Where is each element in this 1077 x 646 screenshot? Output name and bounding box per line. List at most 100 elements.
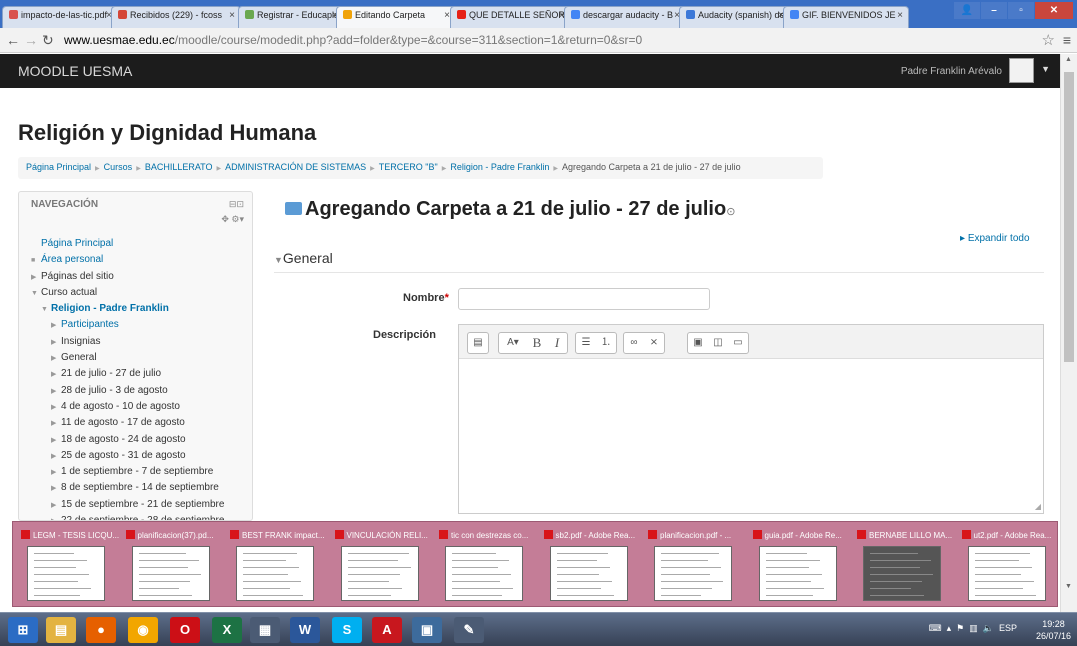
italic-icon[interactable]: I xyxy=(547,333,567,353)
browser-tab[interactable]: descargar audacity - B × xyxy=(564,6,686,28)
network-app-icon[interactable]: ▦ xyxy=(250,617,280,643)
reload-icon[interactable]: ↻ xyxy=(42,32,54,49)
unlink-icon[interactable]: ⨯ xyxy=(644,333,664,353)
breadcrumb-item[interactable]: BACHILLERATO xyxy=(145,162,213,172)
nav-item[interactable]: ▶ 8 de septiembre - 14 de septiembre xyxy=(31,480,251,496)
breadcrumb-item[interactable]: ADMINISTRACIÓN DE SISTEMAS xyxy=(225,162,366,172)
show-hidden-icons-icon[interactable]: ▴ xyxy=(947,623,952,633)
link-icon[interactable]: ∞ xyxy=(624,333,644,353)
window-thumbnail[interactable]: tic con destrezas co... xyxy=(437,522,537,608)
nav-item[interactable]: ▶ 25 de agosto - 31 de agosto xyxy=(31,448,251,464)
image-icon[interactable]: ▣ xyxy=(688,333,708,353)
browser-tab[interactable]: GIF. BIENVENIDOS JE × xyxy=(783,6,909,28)
browser-menu-icon[interactable]: ≡ xyxy=(1063,32,1071,48)
nav-item[interactable]: ▼ Curso actual xyxy=(31,285,251,301)
nav-item[interactable]: ■ Área personal xyxy=(31,252,251,268)
chevron-down-icon[interactable]: ▼ xyxy=(1041,64,1050,74)
media-icon[interactable]: ◫ xyxy=(708,333,728,353)
paint-icon[interactable]: ✎ xyxy=(454,617,484,643)
manage-files-icon[interactable]: ▭ xyxy=(728,333,748,353)
flag-icon[interactable]: ⚑ xyxy=(956,623,964,633)
window-thumbnail[interactable]: VINCULACIÓN RELI... xyxy=(333,522,433,608)
nav-item[interactable]: ▶ 4 de agosto - 10 de agosto xyxy=(31,399,251,415)
nav-item[interactable]: ▼ Religion - Padre Franklin xyxy=(31,301,251,317)
clock[interactable]: 19:28 26/07/16 xyxy=(1036,618,1071,642)
collapse-toolbar-icon[interactable]: ▤ xyxy=(468,333,488,353)
scroll-up-icon[interactable]: ▲ xyxy=(1065,56,1072,63)
resize-handle-icon[interactable]: ◢ xyxy=(1035,502,1041,511)
breadcrumb-item[interactable]: Página Principal xyxy=(26,162,91,172)
opera-icon[interactable]: O xyxy=(170,617,200,643)
window-thumbnail[interactable]: BEST FRANK impact... xyxy=(228,522,328,608)
browser-tab[interactable]: Editando Carpeta × xyxy=(336,6,456,28)
scroll-down-icon[interactable]: ▼ xyxy=(1065,583,1072,590)
dock-block-icon[interactable]: ⊟⊡ xyxy=(229,199,244,210)
window-thumbnail[interactable]: LEGM - TESIS LICQU... xyxy=(19,522,119,608)
bookmark-star-icon[interactable]: ☆ xyxy=(1042,31,1055,49)
window-thumbnail[interactable]: guia.pdf - Adobe Re... xyxy=(751,522,851,608)
window-thumbnail[interactable]: sb2.pdf - Adobe Rea... xyxy=(542,522,642,608)
nav-item[interactable]: ▶ 11 de agosto - 17 de agosto xyxy=(31,415,251,431)
expand-all-link[interactable]: ▸ Expandir todo xyxy=(960,233,1030,244)
name-input[interactable] xyxy=(458,288,710,310)
nav-item[interactable]: ▶ 18 de agosto - 24 de agosto xyxy=(31,432,251,448)
nav-item[interactable]: ▶ Participantes xyxy=(31,317,251,333)
window-thumbnail[interactable]: BERNABE LILLO MA... xyxy=(855,522,955,608)
forward-arrow-icon[interactable]: → xyxy=(24,32,38,48)
description-editor[interactable]: ▤ A▾ B I ☰ ⒈ ∞ ⨯ ▣ ◫ ▭ ◢ xyxy=(458,324,1044,514)
scrollbar-thumb[interactable] xyxy=(1064,72,1074,362)
nav-item[interactable]: ▶ 28 de julio - 3 de agosto xyxy=(31,383,251,399)
page-scrollbar[interactable]: ▲ ▼ xyxy=(1060,54,1077,612)
acrobat-icon[interactable]: A xyxy=(372,617,402,643)
breadcrumb-item[interactable]: Cursos xyxy=(104,162,133,172)
browser-tab[interactable]: Recibidos (229) - fcoss × xyxy=(111,6,241,28)
help-icon[interactable]: ⊙ xyxy=(726,206,735,218)
browser-tab[interactable]: QUE DETALLE SEÑOR × xyxy=(450,6,571,28)
window-thumbnail[interactable]: ut2.pdf - Adobe Rea... xyxy=(960,522,1060,608)
back-arrow-icon[interactable]: ← xyxy=(6,32,20,48)
close-tab-icon[interactable]: × xyxy=(897,10,903,21)
word-icon[interactable]: W xyxy=(290,617,320,643)
site-brand[interactable]: MOODLE UESMA xyxy=(18,63,132,79)
excel-icon[interactable]: X xyxy=(212,617,242,643)
bullet-list-icon[interactable]: ☰ xyxy=(576,333,596,353)
user-profile-button[interactable]: 👤 xyxy=(954,2,980,19)
move-settings-icon[interactable]: ✥ ⚙▾ xyxy=(221,214,244,225)
volume-icon[interactable]: 🔈 xyxy=(983,623,994,633)
avatar[interactable] xyxy=(1009,58,1034,83)
url-field[interactable]: www.uesmae.edu.ec/moodle/course/modedit.… xyxy=(64,33,642,47)
network-icon[interactable]: ▥ xyxy=(969,623,978,633)
nav-item[interactable]: ▶ 15 de septiembre - 21 de septiembre xyxy=(31,497,251,513)
close-tab-icon[interactable]: × xyxy=(229,10,235,21)
style-dropdown-icon[interactable]: A▾ xyxy=(499,333,527,353)
firefox-icon[interactable]: ● xyxy=(86,617,116,643)
numbered-list-icon[interactable]: ⒈ xyxy=(596,333,616,353)
screen-capture-icon[interactable]: ▣ xyxy=(412,617,442,643)
browser-tab[interactable]: Registrar - Educaplay× xyxy=(238,6,344,28)
section-general-legend[interactable]: ▼General xyxy=(274,250,333,266)
nav-item[interactable]: ▶22 de septiembre - 28 de septiembre xyxy=(31,513,251,520)
chrome-icon[interactable]: ◉ xyxy=(128,617,158,643)
bold-icon[interactable]: B xyxy=(527,333,547,353)
windows-start-icon[interactable]: ⊞ xyxy=(8,617,38,643)
close-window-button[interactable]: ✕ xyxy=(1035,2,1073,19)
nav-item[interactable]: ▶ Páginas del sitio xyxy=(31,269,251,285)
file-explorer-icon[interactable]: ▤ xyxy=(46,617,76,643)
window-thumbnail[interactable]: planificacion.pdf - ... xyxy=(646,522,746,608)
nav-item[interactable]: ▶ 21 de julio - 27 de julio xyxy=(31,366,251,382)
nav-item[interactable]: Página Principal xyxy=(31,236,251,252)
language-indicator[interactable]: ESP xyxy=(999,623,1017,633)
nav-item[interactable]: ▶ 1 de septiembre - 7 de septiembre xyxy=(31,464,251,480)
skype-icon[interactable]: S xyxy=(332,617,362,643)
minimize-button[interactable]: – xyxy=(981,2,1007,19)
nav-item[interactable]: ▶ Insignias xyxy=(31,334,251,350)
browser-tab[interactable]: Audacity (spanish) de × xyxy=(679,6,790,28)
nav-item[interactable]: ▶ General xyxy=(31,350,251,366)
keyboard-icon[interactable]: ⌨ xyxy=(929,623,942,633)
browser-tab[interactable]: impacto-de-las-tic.pdf × xyxy=(2,6,118,28)
user-name[interactable]: Padre Franklin Arévalo xyxy=(901,66,1002,77)
window-thumbnail[interactable]: planificacion(37).pd... xyxy=(124,522,224,608)
breadcrumb-item[interactable]: Religion - Padre Franklin xyxy=(450,162,549,172)
maximize-button[interactable]: ▫ xyxy=(1008,2,1034,19)
breadcrumb-item[interactable]: TERCERO "B" xyxy=(379,162,438,172)
